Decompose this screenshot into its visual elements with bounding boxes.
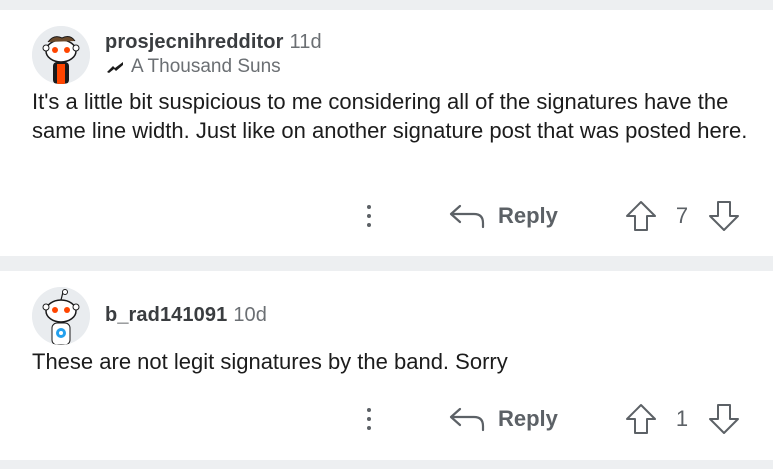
more-options-button[interactable]: [358, 198, 380, 234]
comment-body: These are not legit signatures by the ba…: [32, 349, 508, 374]
more-options-icon: [367, 205, 371, 209]
upvote-button[interactable]: [624, 198, 658, 234]
reply-label: Reply: [498, 203, 558, 228]
comment-author[interactable]: prosjecnihredditor 11d: [105, 31, 322, 54]
reply-button[interactable]: Reply: [448, 198, 558, 234]
upvote-arrow-icon: [626, 404, 656, 434]
reply-arrow-icon: [449, 204, 485, 229]
user-flair: A Thousand Suns: [105, 56, 281, 78]
snoo-avatar-icon: [32, 26, 90, 84]
downvote-arrow-icon: [709, 404, 739, 434]
reply-arrow-icon: [449, 407, 485, 432]
avatar[interactable]: [32, 26, 90, 84]
comment-actions: Reply 7: [0, 198, 773, 238]
comment-age: 11d: [289, 31, 322, 53]
comment-actions: Reply 1: [0, 401, 773, 441]
upvote-arrow-icon: [626, 201, 656, 231]
vote-score: 1: [675, 406, 689, 431]
comment-card: prosjecnihredditor 11d A Thousand Suns It…: [0, 10, 773, 256]
comment-age: 10d: [233, 304, 267, 326]
flair-text: A Thousand Suns: [131, 56, 281, 77]
comment-body: It's a little bit suspicious to me consi…: [32, 89, 748, 143]
downvote-arrow-icon: [709, 201, 739, 231]
downvote-button[interactable]: [707, 198, 741, 234]
vote-score: 7: [675, 203, 689, 228]
username-text[interactable]: prosjecnihredditor: [105, 31, 284, 53]
snoo-avatar-icon: [32, 287, 90, 345]
more-options-button[interactable]: [358, 401, 380, 437]
reply-button[interactable]: Reply: [448, 401, 558, 437]
username-text[interactable]: b_rad141091: [105, 304, 227, 326]
more-options-icon: [367, 408, 371, 412]
avatar[interactable]: [32, 287, 90, 345]
downvote-button[interactable]: [707, 401, 741, 437]
reply-label: Reply: [498, 406, 558, 431]
comment-card: b_rad141091 10d These are not legit signa…: [0, 271, 773, 460]
comment-author[interactable]: b_rad141091 10d: [105, 304, 267, 327]
flair-icon: [107, 62, 123, 73]
upvote-button[interactable]: [624, 401, 658, 437]
